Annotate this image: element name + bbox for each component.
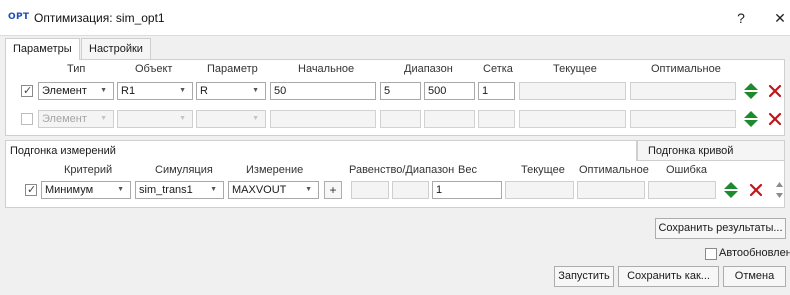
chevron-down-icon: ▼ [100,115,107,122]
header-equality-range: Равенство/Диапазон [349,164,455,176]
equality-min-field[interactable] [351,181,389,199]
run-button[interactable]: Запустить [554,266,614,287]
simulation-select[interactable]: sim_trans1 ▼ [135,181,224,199]
title-bar: OPT Оптимизация: sim_opt1 ? ✕ [0,0,790,36]
grid-input[interactable] [478,110,515,128]
close-button[interactable]: ✕ [768,6,790,30]
chevron-down-icon: ▼ [252,115,259,122]
optimal-value-field [577,181,645,199]
chevron-down-icon: ▼ [305,186,312,193]
save-as-button[interactable]: Сохранить как... [618,266,719,287]
chevron-down-icon: ▼ [100,87,107,94]
criterion-select[interactable]: Минимум ▼ [41,181,131,199]
delete-icon[interactable] [749,183,763,197]
scroll-arrows-icon[interactable] [775,180,784,200]
equality-max-field[interactable] [392,181,429,199]
optimal-value-field [630,110,736,128]
param-row-checkbox[interactable]: ✓ [21,85,33,97]
move-up-down-icon[interactable] [723,181,739,199]
header-range: Диапазон [404,63,453,75]
range-min-input[interactable]: 5 [380,82,421,100]
current-value-field [505,181,574,199]
chevron-down-icon: ▼ [117,186,124,193]
header-current: Текущее [553,63,597,75]
move-up-down-icon[interactable] [743,110,759,128]
chevron-down-icon: ▼ [179,87,186,94]
parameter-select[interactable]: R ▼ [196,82,266,100]
header-simulation: Симуляция [155,164,213,176]
add-measurement-button[interactable]: + [324,181,342,199]
save-results-button[interactable]: Сохранить результаты... [655,218,786,239]
type-select[interactable]: Элемент ▼ [38,82,114,100]
header-optimal: Оптимальное [651,63,721,75]
current-value-field [519,82,626,100]
type-select[interactable]: Элемент ▼ [38,110,114,128]
cancel-button[interactable]: Отмена [723,266,786,287]
auto-update-checkbox[interactable] [705,248,717,260]
tab-curve-fit[interactable]: Подгонка кривой [637,140,785,161]
header-start: Начальное [298,63,355,75]
start-value-input[interactable] [270,110,376,128]
start-value-input[interactable]: 50 [270,82,376,100]
header-weight: Вес [458,164,477,176]
header-measurement: Измерение [246,164,304,176]
range-max-input[interactable] [424,110,475,128]
object-select[interactable]: ▼ [117,110,193,128]
tab-settings[interactable]: Настройки [81,38,151,59]
header-type: Тип [67,63,86,75]
measurement-row-checkbox[interactable]: ✓ [25,184,37,196]
error-value-field [648,181,716,199]
grid-input[interactable]: 1 [478,82,515,100]
header-grid: Сетка [483,63,513,75]
weight-input[interactable]: 1 [432,181,502,199]
chevron-down-icon: ▼ [179,115,186,122]
header-optimal: Оптимальное [579,164,649,176]
header-current: Текущее [521,164,565,176]
tab-measurement-fit[interactable]: Подгонка измерений [5,140,637,161]
object-select[interactable]: R1 ▼ [117,82,193,100]
auto-update-label: Автообновление [719,247,790,259]
move-up-down-icon[interactable] [743,82,759,100]
range-max-input[interactable]: 500 [424,82,475,100]
measurement-select[interactable]: MAXVOUT ▼ [228,181,319,199]
header-object: Объект [135,63,173,75]
header-criterion: Критерий [64,164,113,176]
header-parameter: Параметр [207,63,258,75]
delete-icon[interactable] [768,84,782,98]
window-title: Оптимизация: sim_opt1 [34,11,165,25]
range-min-input[interactable] [380,110,421,128]
app-logo: OPT [8,12,30,22]
help-button[interactable]: ? [729,6,753,30]
delete-icon[interactable] [768,112,782,126]
chevron-down-icon: ▼ [252,87,259,94]
current-value-field [519,110,626,128]
tab-parameters[interactable]: Параметры [5,38,80,60]
chevron-down-icon: ▼ [210,186,217,193]
header-error: Ошибка [666,164,707,176]
param-row-checkbox[interactable] [21,113,33,125]
parameter-select[interactable]: ▼ [196,110,266,128]
optimal-value-field [630,82,736,100]
